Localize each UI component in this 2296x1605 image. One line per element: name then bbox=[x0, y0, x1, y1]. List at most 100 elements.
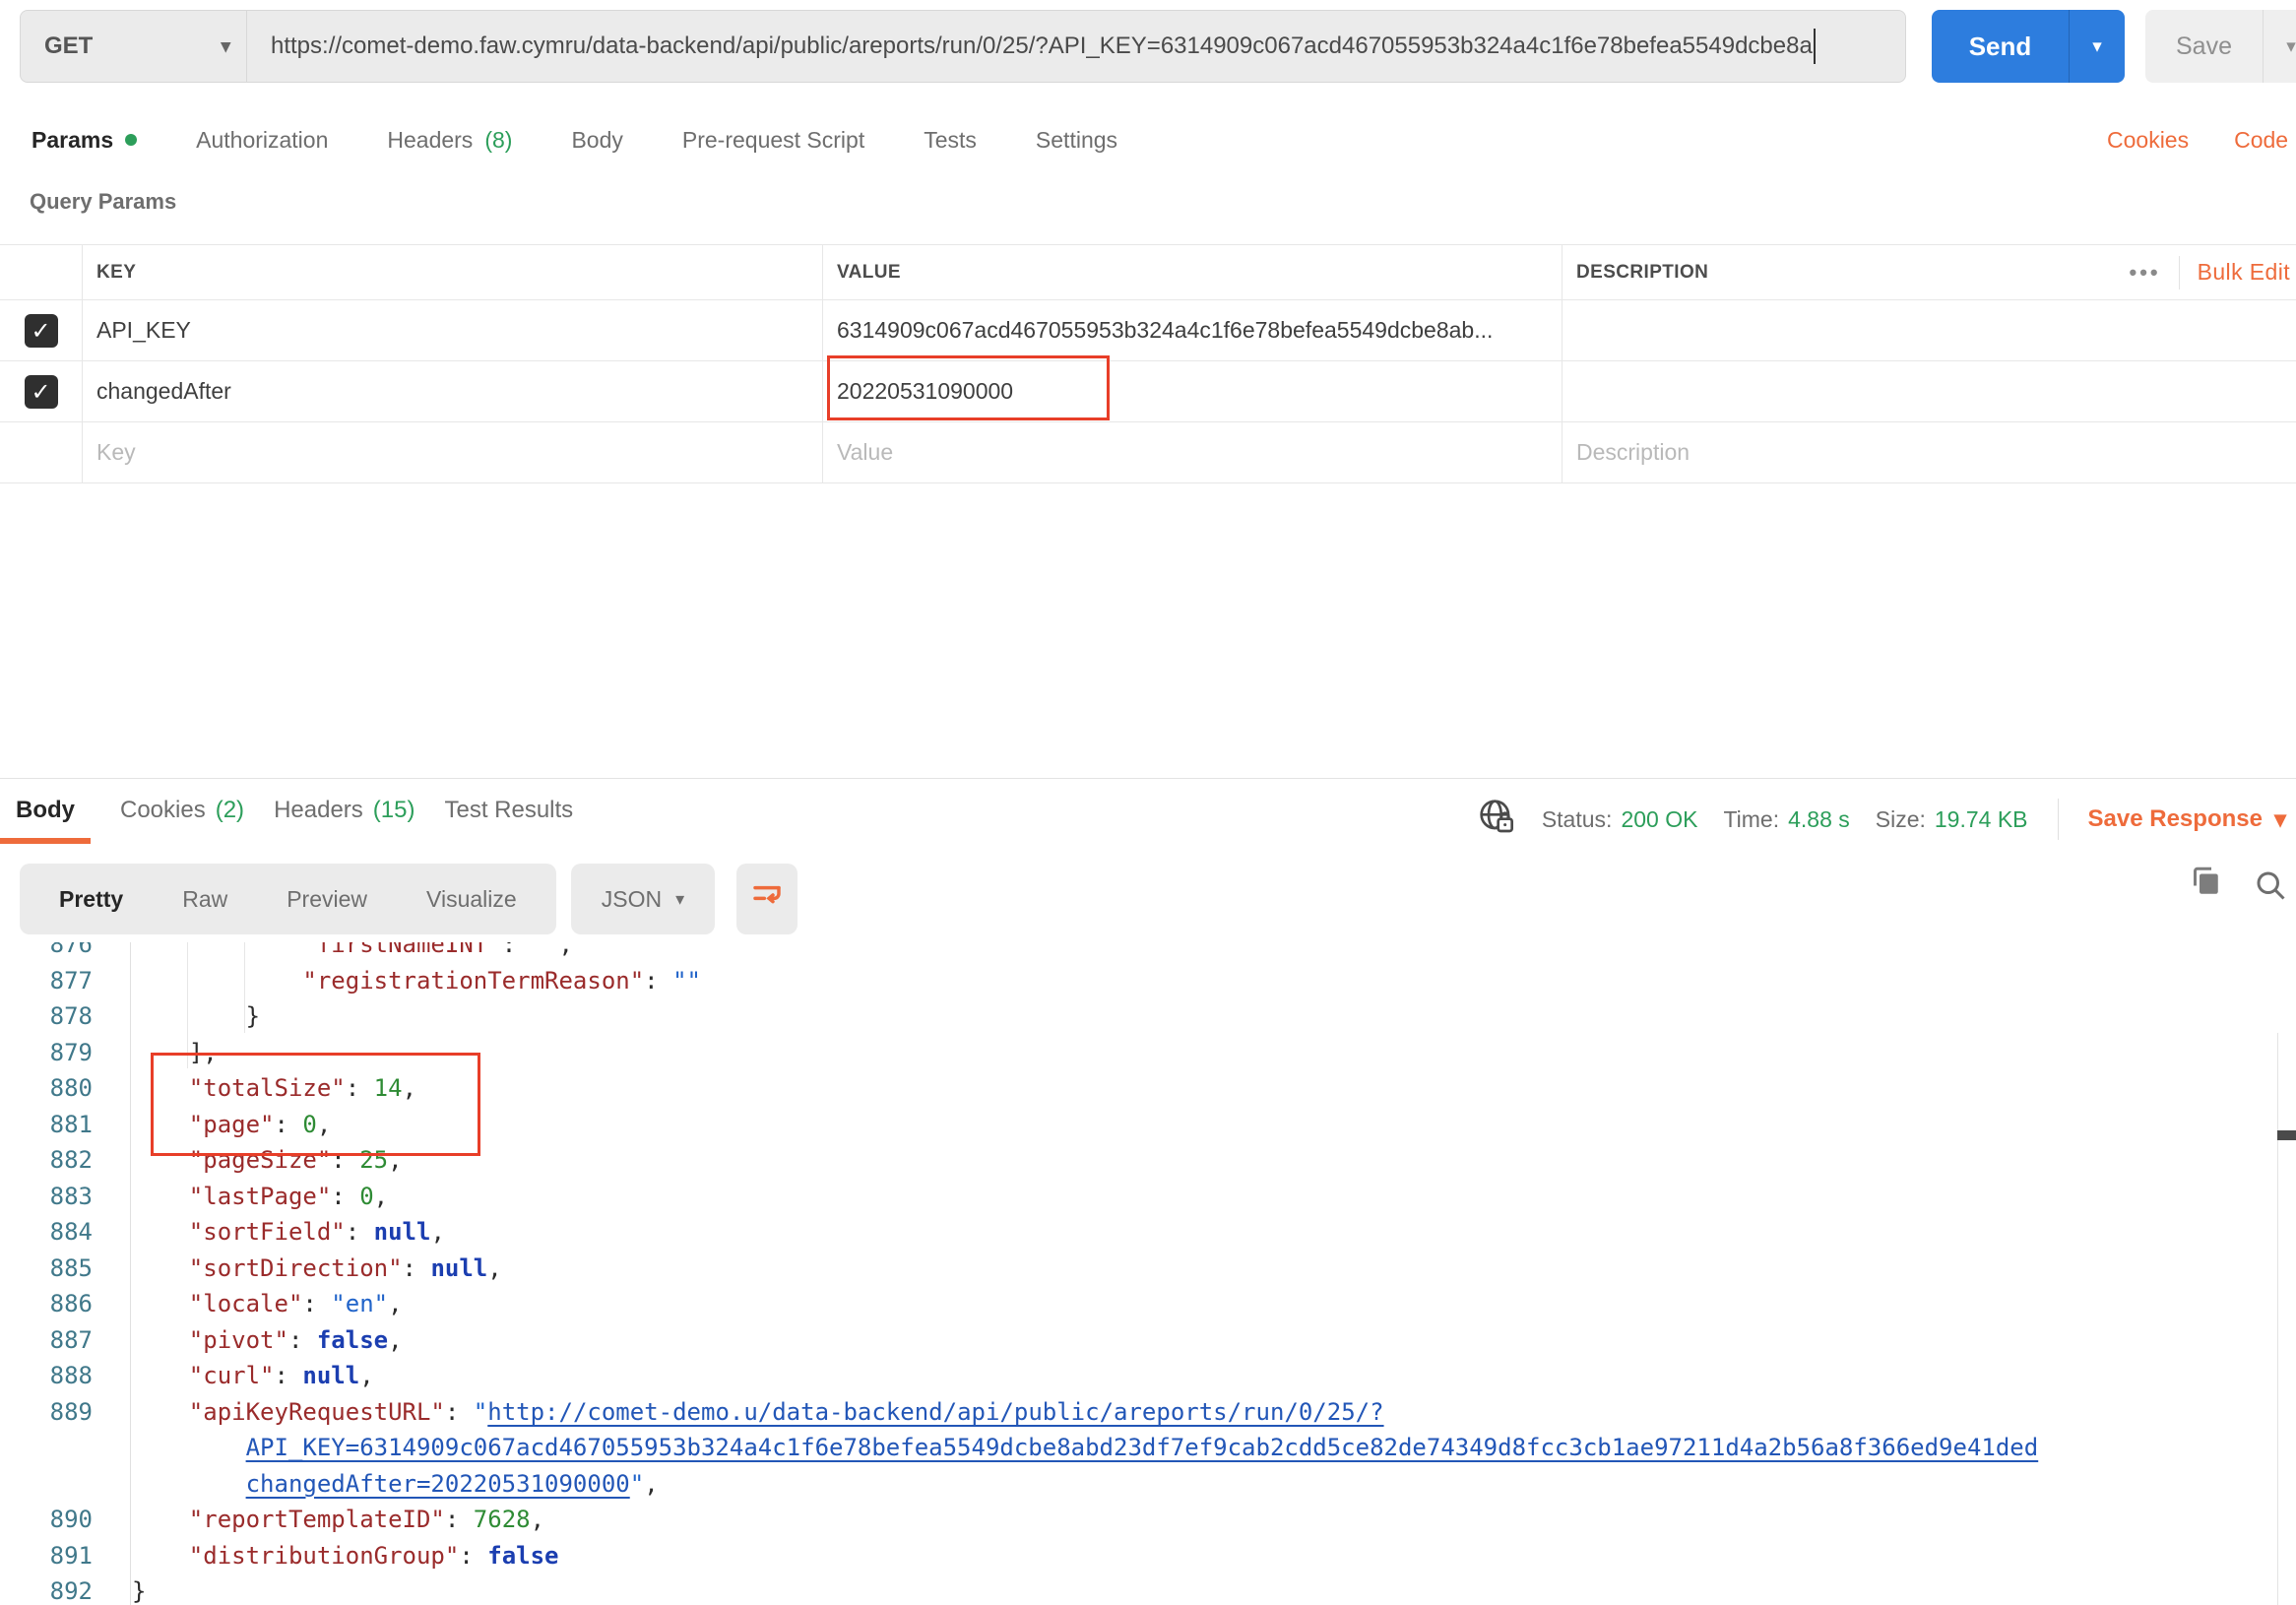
line-number: 892 bbox=[0, 1573, 131, 1605]
response-link[interactable]: changedAfter=20220531090000 bbox=[246, 1470, 630, 1498]
scrollbar-thumb[interactable] bbox=[2277, 1130, 2296, 1140]
view-tab-preview[interactable]: Preview bbox=[257, 886, 397, 913]
response-body-viewer[interactable]: 876 "firstNameINT": "",877 "registration… bbox=[0, 942, 2296, 1605]
response-tab-test-results[interactable]: Test Results bbox=[444, 791, 573, 844]
code-token bbox=[132, 1183, 189, 1210]
param-key[interactable]: changedAfter bbox=[82, 361, 822, 421]
response-link[interactable]: http://comet-demo.u/data-backend/api/pub… bbox=[487, 1398, 1383, 1426]
code-token: false bbox=[317, 1326, 388, 1354]
param-value[interactable]: 20220531090000 bbox=[822, 361, 1562, 421]
scrollbar-track[interactable] bbox=[2277, 1033, 2296, 1605]
param-value[interactable]: 6314909c067acd467055953b324a4c1f6e78befe… bbox=[822, 300, 1562, 360]
param-checkbox[interactable]: ✓ bbox=[25, 375, 58, 409]
view-tab-raw[interactable]: Raw bbox=[153, 886, 257, 913]
response-view-tabs: PrettyRawPreviewVisualize bbox=[20, 864, 556, 934]
code-text: "page": 0, bbox=[131, 1107, 2296, 1143]
tab-label: Settings bbox=[1036, 127, 1117, 154]
code-link[interactable]: Code bbox=[2234, 127, 2288, 154]
param-checkbox[interactable]: ✓ bbox=[25, 314, 58, 348]
code-token bbox=[132, 1506, 189, 1533]
code-line: changedAfter=20220531090000", bbox=[0, 1466, 2296, 1503]
send-button[interactable]: Send ▾ bbox=[1932, 10, 2125, 83]
copy-button[interactable] bbox=[2188, 864, 2223, 904]
code-token: " bbox=[630, 1470, 644, 1498]
code-token bbox=[132, 1146, 189, 1174]
code-token: , bbox=[531, 1506, 544, 1533]
code-token: null bbox=[302, 1362, 359, 1389]
cookies-link[interactable]: Cookies bbox=[2107, 127, 2189, 154]
time-indicator: Time:4.88 s bbox=[1723, 806, 1849, 833]
bulk-edit-link[interactable]: Bulk Edit bbox=[2198, 259, 2290, 286]
code-token bbox=[132, 1326, 189, 1354]
more-options-icon[interactable]: ••• bbox=[2130, 260, 2161, 286]
param-description[interactable] bbox=[1562, 361, 2296, 421]
code-text: "apiKeyRequestURL": "http://comet-demo.u… bbox=[131, 1394, 2296, 1431]
save-response-button[interactable]: Save Response ▾ bbox=[2088, 805, 2286, 834]
param-key[interactable]: API_KEY bbox=[82, 300, 822, 360]
wrap-text-button[interactable] bbox=[736, 864, 797, 934]
param-description-input[interactable]: Description bbox=[1562, 422, 2296, 482]
code-line: 883 "lastPage": 0, bbox=[0, 1179, 2296, 1215]
response-link[interactable]: API_KEY=6314909c067acd467055953b324a4c1f… bbox=[246, 1434, 2039, 1461]
format-select[interactable]: JSON ▾ bbox=[571, 864, 715, 934]
code-token: "pageSize" bbox=[189, 1146, 332, 1174]
line-number: 882 bbox=[0, 1142, 131, 1179]
request-tabs: Params Authorization Headers(8) Body Pre-req… bbox=[32, 116, 1117, 163]
code-token: : bbox=[331, 1146, 359, 1174]
response-tab-headers[interactable]: Headers(15) bbox=[274, 791, 415, 844]
tab-tests[interactable]: Tests bbox=[924, 127, 977, 154]
code-token bbox=[132, 1218, 189, 1246]
tab-params[interactable]: Params bbox=[32, 127, 137, 154]
line-number: 886 bbox=[0, 1286, 131, 1322]
code-text: } bbox=[131, 1573, 2296, 1605]
code-token: "totalSize" bbox=[189, 1074, 346, 1102]
param-description[interactable] bbox=[1562, 300, 2296, 360]
code-line: 887 "pivot": false, bbox=[0, 1322, 2296, 1359]
url-input[interactable]: https://comet-demo.faw.cymru/data-backen… bbox=[247, 29, 1905, 64]
code-token: , bbox=[388, 1146, 402, 1174]
save-button[interactable]: Save ▾ bbox=[2145, 10, 2296, 83]
tab-headers[interactable]: Headers(8) bbox=[387, 127, 512, 154]
code-token: "sortField" bbox=[189, 1218, 346, 1246]
code-token: : bbox=[275, 1111, 303, 1138]
tab-pre-request-script[interactable]: Pre-request Script bbox=[682, 127, 864, 154]
code-token: : bbox=[275, 1362, 303, 1389]
line-number: 877 bbox=[0, 963, 131, 999]
tab-settings[interactable]: Settings bbox=[1036, 127, 1117, 154]
view-tab-pretty[interactable]: Pretty bbox=[30, 886, 153, 913]
code-token: "pivot" bbox=[189, 1326, 288, 1354]
send-dropdown-caret[interactable]: ▾ bbox=[2070, 35, 2125, 58]
code-line: 891 "distributionGroup": false bbox=[0, 1538, 2296, 1574]
code-token bbox=[132, 1111, 189, 1138]
method-select[interactable]: GET ▾ bbox=[21, 11, 247, 82]
code-token: : bbox=[346, 1218, 374, 1246]
tab-count: (8) bbox=[484, 127, 512, 154]
code-token: , bbox=[430, 1218, 444, 1246]
text-cursor bbox=[1814, 29, 1816, 64]
code-token: , bbox=[359, 1362, 373, 1389]
code-token: 7628 bbox=[474, 1506, 531, 1533]
indent-guide bbox=[187, 942, 188, 1068]
tab-body[interactable]: Body bbox=[571, 127, 622, 154]
checkbox-cell: ✓ bbox=[0, 361, 82, 421]
code-token bbox=[132, 942, 302, 958]
tab-authorization[interactable]: Authorization bbox=[196, 127, 328, 154]
code-token bbox=[132, 1434, 246, 1461]
code-token bbox=[132, 1290, 189, 1317]
response-tab-body[interactable]: Body bbox=[0, 791, 91, 844]
param-key-input[interactable]: Key bbox=[82, 422, 822, 482]
response-tab-cookies[interactable]: Cookies(2) bbox=[120, 791, 244, 844]
code-token: "curl" bbox=[189, 1362, 275, 1389]
save-dropdown-caret[interactable]: ▾ bbox=[2264, 35, 2296, 58]
code-token: "firstNameINT" bbox=[302, 942, 501, 958]
code-line: 890 "reportTemplateID": 7628, bbox=[0, 1502, 2296, 1538]
request-links: Cookies Code bbox=[2107, 116, 2288, 163]
code-token: "distributionGroup" bbox=[189, 1542, 460, 1570]
response-panel: BodyCookies(2)Headers(15)Test Results St… bbox=[0, 778, 2296, 1605]
view-tab-visualize[interactable]: Visualize bbox=[397, 886, 546, 913]
tab-label: Body bbox=[16, 797, 75, 824]
param-value-input[interactable]: Value bbox=[822, 422, 1562, 482]
code-text: API_KEY=6314909c067acd467055953b324a4c1f… bbox=[131, 1430, 2296, 1466]
search-icon[interactable] bbox=[2253, 867, 2288, 908]
code-token: : bbox=[346, 1074, 374, 1102]
